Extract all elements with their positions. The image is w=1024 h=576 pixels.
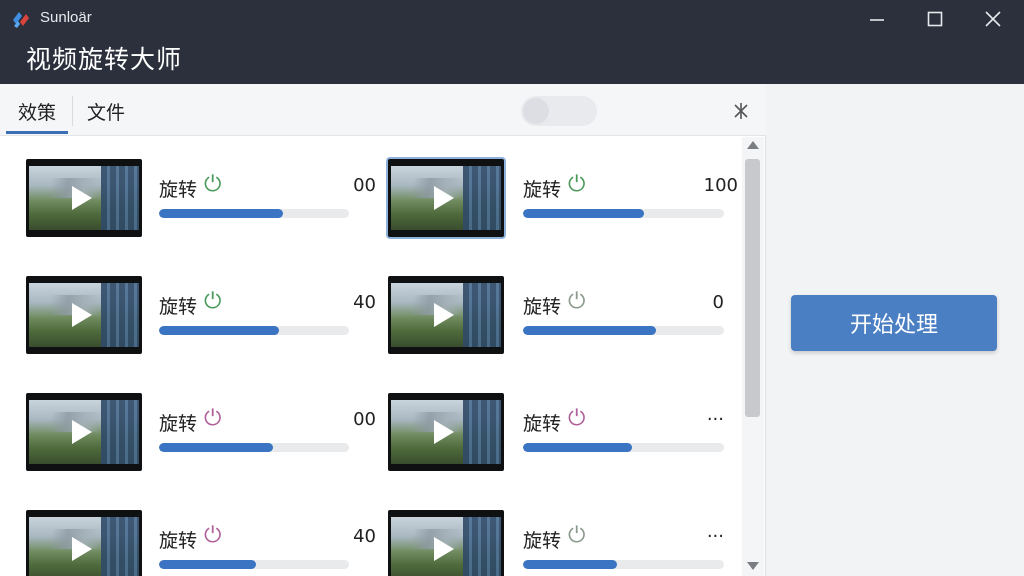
item-label: 旋转 [523,530,562,552]
rotate-icon: ⏻ [204,406,222,431]
more-options-icon[interactable]: ··· [707,526,724,547]
progress-bar [159,326,349,335]
more-options-icon[interactable]: ··· [707,409,724,430]
action-panel: 开始处理 [767,84,1024,576]
rotate-icon: ⏻ [204,523,222,548]
item-value: 0 [712,292,724,313]
rotate-icon: ⏻ [568,289,586,314]
progress-fill [159,209,283,218]
play-icon [72,303,92,327]
progress-fill [159,326,279,335]
scroll-down-icon[interactable] [747,562,759,570]
item-label: 旋转 [523,179,562,201]
rotate-icon: ⏻ [204,289,222,314]
video-thumbnail[interactable] [388,510,504,576]
rotate-icon: ⏻ [568,523,586,548]
item-label: 旋转 [159,413,198,435]
tab-divider [72,96,73,126]
video-item[interactable]: 旋转 ⏻ ··· [388,393,738,477]
video-item[interactable]: 旋转 ⏻ 40 [26,276,376,360]
progress-fill [523,326,656,335]
progress-bar [523,443,724,452]
progress-bar [159,209,349,218]
play-icon [72,420,92,444]
progress-fill [523,209,644,218]
video-item[interactable]: 旋转 ⏻ 00 [26,393,376,477]
item-label: 旋转 [523,296,562,318]
toggle-switch[interactable] [521,96,597,126]
maximize-icon [927,11,943,27]
progress-fill [159,560,256,569]
file-list-panel: 效策 文件 旋转 ⏻ 00 旋转 ⏻ 100 旋转 ⏻ 40 旋转 ⏻ 0 旋转… [0,84,766,576]
video-thumbnail[interactable] [26,159,142,237]
progress-bar [159,560,349,569]
video-thumbnail[interactable] [26,510,142,576]
close-button[interactable] [964,0,1022,38]
item-label: 旋转 [523,413,562,435]
progress-bar [523,326,724,335]
item-label: 旋转 [159,296,198,318]
app-logo-icon [13,12,29,28]
rotate-icon: ⏻ [204,172,222,197]
progress-fill [523,443,632,452]
rotate-icon: ⏻ [568,172,586,197]
progress-fill [159,443,273,452]
item-value: 100 [703,175,738,196]
video-thumbnail[interactable] [388,276,504,354]
progress-bar [523,209,724,218]
play-icon [434,420,454,444]
close-icon [985,11,1001,27]
video-item[interactable]: 旋转 ⏻ 00 [26,159,376,243]
play-icon [434,186,454,210]
video-item[interactable]: 旋转 ⏻ 100 [388,159,738,243]
tab-strategy[interactable]: 效策 [18,98,56,125]
video-thumbnail[interactable] [388,393,504,471]
play-icon [72,537,92,561]
minimize-button[interactable] [848,0,906,38]
item-value: 40 [353,292,376,313]
item-value: 40 [353,526,376,547]
toggle-knob [523,98,549,124]
app-name: Sunloär [40,9,92,26]
item-value: 00 [353,175,376,196]
scrollbar[interactable] [742,137,764,576]
tab-bar: 效策 文件 [0,84,766,136]
video-item[interactable]: 旋转 ⏻ 0 [388,276,738,360]
item-value: 00 [353,409,376,430]
item-label: 旋转 [159,530,198,552]
video-item[interactable]: 旋转 ⏻ ··· [388,510,738,576]
scroll-thumb[interactable] [745,159,760,417]
video-thumbnail[interactable] [388,159,504,237]
tab-files[interactable]: 文件 [87,98,125,125]
scroll-up-icon[interactable] [747,141,759,149]
play-icon [434,303,454,327]
video-thumbnail[interactable] [26,393,142,471]
video-grid: 旋转 ⏻ 00 旋转 ⏻ 100 旋转 ⏻ 40 旋转 ⏻ 0 旋转 ⏻ 00 … [0,137,742,576]
video-item[interactable]: 旋转 ⏻ 40 [26,510,376,576]
minimize-icon [870,19,884,21]
play-icon [434,537,454,561]
active-tab-indicator [6,131,68,134]
progress-bar [523,560,724,569]
video-thumbnail[interactable] [26,276,142,354]
item-label: 旋转 [159,179,198,201]
app-title: 视频旋转大师 [26,45,183,74]
rotate-icon: ⏻ [568,406,586,431]
start-processing-button[interactable]: 开始处理 [791,295,997,351]
pin-icon[interactable] [731,101,751,121]
maximize-button[interactable] [906,0,964,38]
play-icon [72,186,92,210]
progress-fill [523,560,618,569]
title-bar: Sunloär 视频旋转大师 [0,0,1024,84]
progress-bar [159,443,349,452]
